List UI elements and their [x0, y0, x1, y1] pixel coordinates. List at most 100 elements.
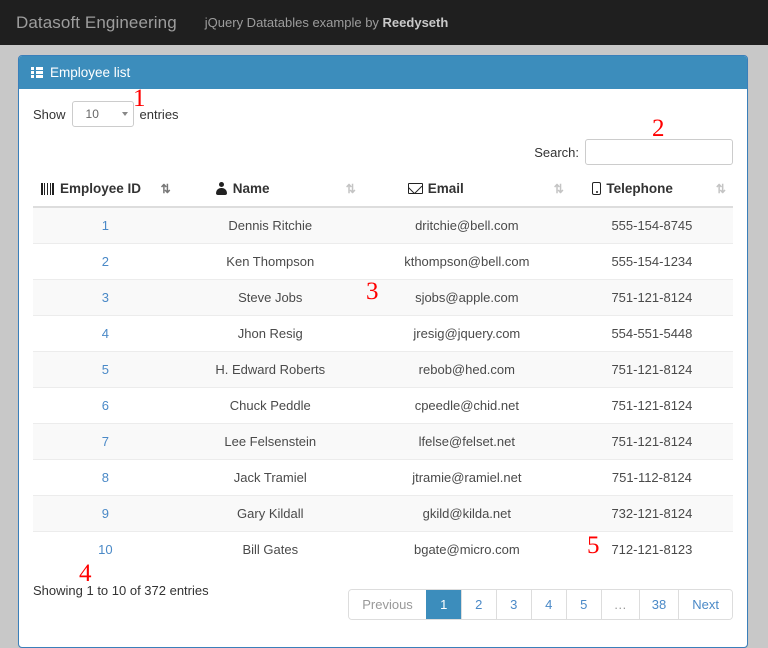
list-icon	[31, 67, 43, 78]
cell-email: lfelse@felset.net	[363, 424, 571, 460]
table-head: Employee ID ⇅ Name	[33, 175, 733, 207]
cell-telephone: 751-121-8124	[571, 424, 733, 460]
table-body: 1 Dennis Ritchiedritchie@bell.com555-154-…	[33, 207, 733, 567]
sort-toggle-email[interactable]: ⇅	[544, 182, 563, 196]
employee-table: Employee ID ⇅ Name	[33, 175, 733, 567]
cell-employee-id: 4	[33, 316, 178, 352]
envelope-icon	[408, 183, 423, 194]
pagination-page-5[interactable]: 5	[566, 590, 601, 619]
employee-id-link[interactable]: 4	[102, 326, 109, 341]
table-row: 2 Ken Thompsonkthompson@bell.com555-154-1…	[33, 244, 733, 280]
cell-telephone: 751-112-8124	[571, 460, 733, 496]
table-header-row: Employee ID ⇅ Name	[33, 175, 733, 207]
table-row: 3 Steve Jobssjobs@apple.com751-121-8124	[33, 280, 733, 316]
column-label-telephone: Telephone	[606, 181, 673, 196]
cell-telephone: 712-121-8123	[571, 532, 733, 568]
cell-name: Jhon Resig	[178, 316, 363, 352]
barcode-icon	[41, 183, 55, 195]
cell-name: H. Edward Roberts	[178, 352, 363, 388]
pagination-page-2[interactable]: 2	[461, 590, 496, 619]
cell-telephone: 751-121-8124	[571, 352, 733, 388]
search-input[interactable]	[585, 139, 733, 165]
cell-employee-id: 3	[33, 280, 178, 316]
cell-email: kthompson@bell.com	[363, 244, 571, 280]
employee-id-link[interactable]: 6	[102, 398, 109, 413]
cell-telephone: 555-154-8745	[571, 207, 733, 244]
cell-name: Jack Tramiel	[178, 460, 363, 496]
sort-toggle-telephone[interactable]: ⇅	[706, 182, 725, 196]
column-header-telephone[interactable]: Telephone ⇅	[571, 175, 733, 207]
pagination-next[interactable]: Next	[678, 590, 732, 619]
navbar-subtitle-author: Reedyseth	[383, 15, 449, 30]
panel-body: Show 10 entries Search:	[19, 89, 747, 647]
table-row: 6Chuck Peddlecpeedle@chid.net751-121-812…	[33, 388, 733, 424]
employee-list-panel: Employee list Show 10 entries Search:	[18, 55, 748, 648]
navbar-brand[interactable]: Datasoft Engineering	[16, 13, 177, 33]
cell-email: sjobs@apple.com	[363, 280, 571, 316]
table-row: 8 Jack Tramieljtramie@ramiel.net751-112-8…	[33, 460, 733, 496]
cell-name: Dennis Ritchie	[178, 207, 363, 244]
cell-email: jresig@jquery.com	[363, 316, 571, 352]
employee-id-link[interactable]: 3	[102, 290, 109, 305]
cell-employee-id: 10	[33, 532, 178, 568]
cell-email: cpeedle@chid.net	[363, 388, 571, 424]
cell-email: dritchie@bell.com	[363, 207, 571, 244]
entries-length-value: 10	[86, 107, 99, 121]
cell-email: jtramie@ramiel.net	[363, 460, 571, 496]
cell-name: Steve Jobs	[178, 280, 363, 316]
search-filter: Search:	[33, 139, 733, 165]
cell-employee-id: 6	[33, 388, 178, 424]
sort-toggle-employee-id[interactable]: ⇅	[151, 182, 170, 196]
employee-id-link[interactable]: 10	[98, 542, 112, 557]
column-header-email[interactable]: Email ⇅	[363, 175, 571, 207]
cell-email: rebob@hed.com	[363, 352, 571, 388]
employee-id-link[interactable]: 9	[102, 506, 109, 521]
cell-telephone: 732-121-8124	[571, 496, 733, 532]
cell-name: Bill Gates	[178, 532, 363, 568]
column-label-email: Email	[428, 181, 464, 196]
cell-telephone: 554-551-5448	[571, 316, 733, 352]
table-row: 7 Lee Felsensteinlfelse@felset.net751-121…	[33, 424, 733, 460]
cell-email: gkild@kilda.net	[363, 496, 571, 532]
column-header-employee-id[interactable]: Employee ID ⇅	[33, 175, 178, 207]
employee-id-link[interactable]: 1	[102, 218, 109, 233]
employee-id-link[interactable]: 8	[102, 470, 109, 485]
navbar-subtitle: jQuery Datatables example by Reedyseth	[205, 15, 449, 30]
table-row: 10 Bill Gatesbgate@micro.com712-121-8123	[33, 532, 733, 568]
cell-name: Ken Thompson	[178, 244, 363, 280]
panel-heading: Employee list	[19, 56, 747, 89]
sort-toggle-name[interactable]: ⇅	[336, 182, 355, 196]
pagination-page-38[interactable]: 38	[639, 590, 678, 619]
cell-email: bgate@micro.com	[363, 532, 571, 568]
table-info: Showing 1 to 10 of 372 entries	[33, 579, 209, 598]
pagination-ellipsis: …	[601, 590, 639, 619]
column-label-name: Name	[233, 181, 270, 196]
navbar: Datasoft Engineering jQuery Datatables e…	[0, 0, 768, 45]
pagination-page-4[interactable]: 4	[531, 590, 566, 619]
cell-telephone: 751-121-8124	[571, 280, 733, 316]
pagination-prev[interactable]: Previous	[349, 590, 426, 619]
pagination-page-1[interactable]: 1	[426, 590, 461, 619]
entries-length-select[interactable]: 10	[72, 101, 134, 127]
cell-name: Lee Felsenstein	[178, 424, 363, 460]
phone-icon	[592, 182, 601, 195]
column-label-employee-id: Employee ID	[60, 181, 141, 196]
show-label: Show	[33, 107, 66, 122]
table-row: 1 Dennis Ritchiedritchie@bell.com555-154-…	[33, 207, 733, 244]
length-control: Show 10 entries	[33, 101, 733, 127]
cell-employee-id: 1	[33, 207, 178, 244]
cell-name: Gary Kildall	[178, 496, 363, 532]
table-row: 5 H. Edward Robertsrebob@hed.com751-121-8…	[33, 352, 733, 388]
cell-employee-id: 5	[33, 352, 178, 388]
column-header-name[interactable]: Name ⇅	[178, 175, 363, 207]
cell-telephone: 555-154-1234	[571, 244, 733, 280]
table-footer: Showing 1 to 10 of 372 entries Previous1…	[33, 567, 733, 637]
pagination-page-3[interactable]: 3	[496, 590, 531, 619]
employee-id-link[interactable]: 5	[102, 362, 109, 377]
cell-telephone: 751-121-8124	[571, 388, 733, 424]
table-row: 9 Gary Kildallgkild@kilda.net732-121-8124	[33, 496, 733, 532]
employee-id-link[interactable]: 7	[102, 434, 109, 449]
person-icon	[216, 182, 228, 195]
cell-employee-id: 7	[33, 424, 178, 460]
employee-id-link[interactable]: 2	[102, 254, 109, 269]
